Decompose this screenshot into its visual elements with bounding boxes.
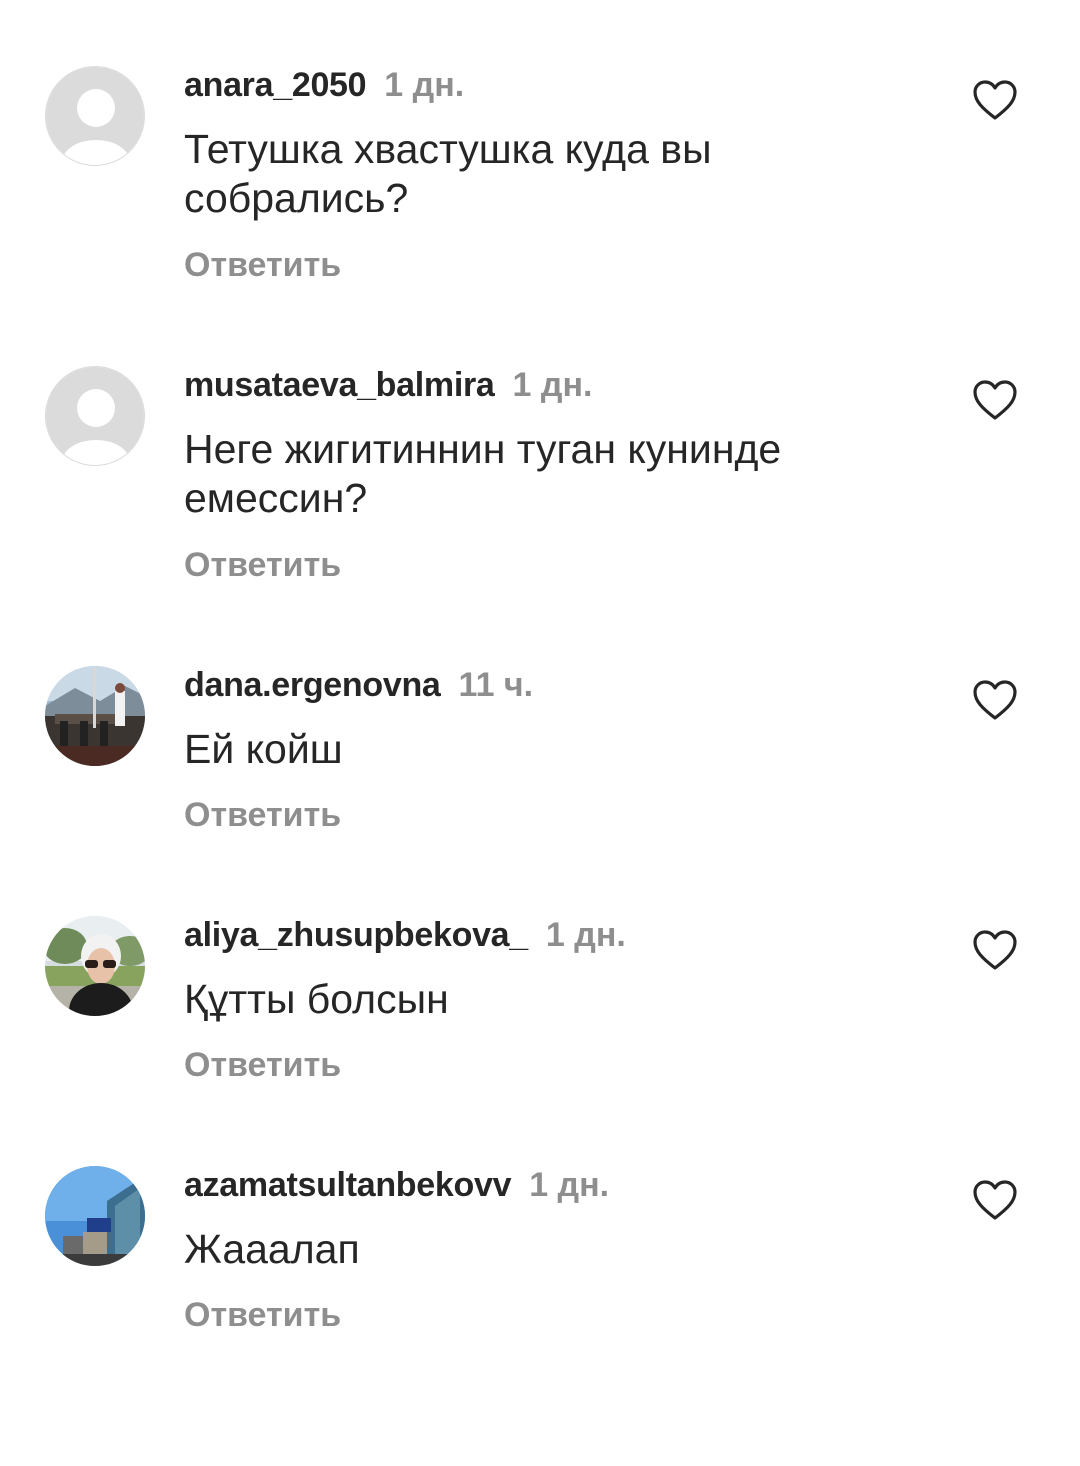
- username[interactable]: aliya_zhusupbekova_: [184, 916, 528, 954]
- avatar[interactable]: [45, 1166, 145, 1266]
- reply-button[interactable]: Ответить: [184, 796, 341, 835]
- like-button[interactable]: [972, 929, 1018, 971]
- comment-header: anara_2050 1 дн.: [184, 66, 464, 104]
- avatar[interactable]: [45, 66, 145, 166]
- heart-outline-icon: [973, 930, 1017, 970]
- comment-text: Неге жигитиннин туган кунинде емессин?: [184, 426, 782, 521]
- reply-button[interactable]: Ответить: [184, 1046, 341, 1085]
- heart-outline-icon: [973, 380, 1017, 420]
- username[interactable]: musataeva_balmira: [184, 366, 495, 404]
- heart-outline-icon: [973, 80, 1017, 120]
- default-avatar-icon: [46, 367, 144, 465]
- avatar[interactable]: [45, 666, 145, 766]
- comment-text: Құтты болсын: [184, 976, 449, 1022]
- comment-text: Жааалап: [184, 1226, 360, 1272]
- username[interactable]: azamatsultanbekovv: [184, 1166, 511, 1204]
- comment-header: musataeva_balmira 1 дн.: [184, 366, 592, 404]
- timestamp[interactable]: 1 дн.: [546, 916, 626, 954]
- timestamp[interactable]: 1 дн.: [384, 66, 464, 104]
- photo-avatar-image: [45, 1166, 145, 1266]
- comment-item: musataeva_balmira 1 дн. Неге жигитиннин т…: [0, 366, 1080, 666]
- avatar[interactable]: [45, 916, 145, 1016]
- photo-avatar-image: [45, 916, 145, 1016]
- reply-button[interactable]: Ответить: [184, 1296, 341, 1335]
- username[interactable]: anara_2050: [184, 66, 367, 104]
- like-button[interactable]: [972, 679, 1018, 721]
- heart-outline-icon: [973, 680, 1017, 720]
- photo-avatar-image: [45, 666, 145, 766]
- comment-header: aliya_zhusupbekova_ 1 дн.: [184, 916, 626, 954]
- comment-text: Тетушка хвастушка куда вы собрались?: [184, 126, 712, 221]
- like-button[interactable]: [972, 379, 1018, 421]
- reply-button[interactable]: Ответить: [184, 546, 341, 585]
- comment-header: azamatsultanbekovv 1 дн.: [184, 1166, 609, 1204]
- comment-item: azamatsultanbekovv 1 дн. Жааалап Ответить: [0, 1166, 1080, 1466]
- heart-outline-icon: [973, 1180, 1017, 1220]
- default-avatar-icon: [46, 67, 144, 165]
- timestamp[interactable]: 11 ч.: [459, 666, 534, 704]
- comment-item: anara_2050 1 дн. Тетушка хвастушка куда в…: [0, 66, 1080, 366]
- username[interactable]: dana.ergenovna: [184, 666, 441, 704]
- timestamp[interactable]: 1 дн.: [513, 366, 593, 404]
- like-button[interactable]: [972, 1179, 1018, 1221]
- reply-button[interactable]: Ответить: [184, 246, 341, 285]
- avatar[interactable]: [45, 366, 145, 466]
- comment-header: dana.ergenovna 11 ч.: [184, 666, 533, 704]
- timestamp[interactable]: 1 дн.: [529, 1166, 609, 1204]
- like-button[interactable]: [972, 79, 1018, 121]
- comment-text: Ей койш: [184, 726, 343, 772]
